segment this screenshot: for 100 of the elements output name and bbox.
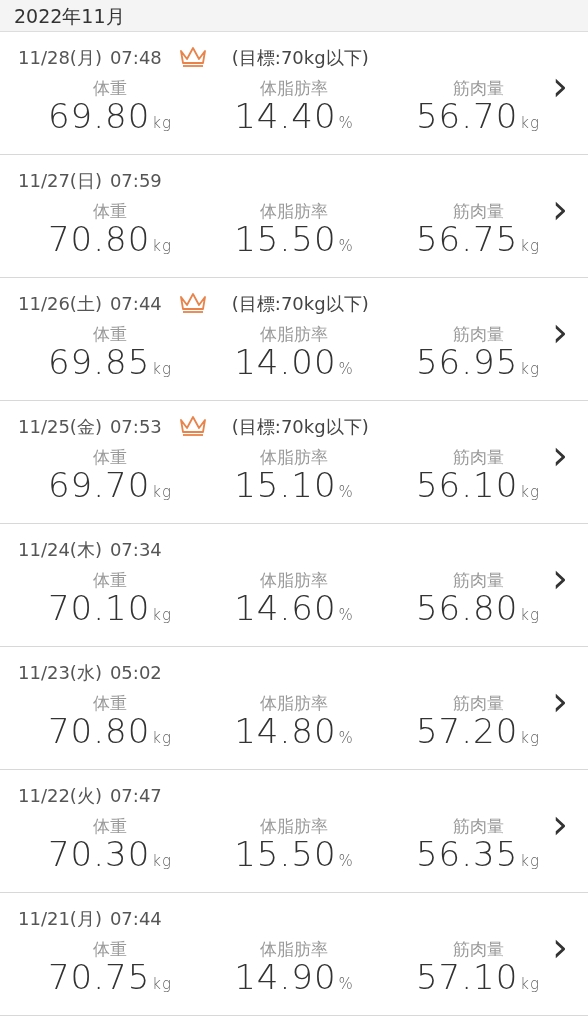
chevron-button[interactable]: › bbox=[548, 558, 572, 598]
metric-label: 体脂肪率 bbox=[260, 816, 328, 836]
metric-value: 69.70 bbox=[47, 465, 151, 506]
metric-value: 70.80 bbox=[47, 219, 151, 260]
metric-label: 体脂肪率 bbox=[260, 939, 328, 959]
metric-label: 体重 bbox=[93, 78, 127, 98]
chevron-button[interactable]: › bbox=[548, 435, 572, 475]
metric-label: 筋肉量 bbox=[452, 939, 504, 959]
metric-value: 56.80 bbox=[415, 588, 519, 629]
metric-label: 体重 bbox=[93, 816, 127, 836]
goal-text: (目標:70kg以下) bbox=[231, 291, 369, 316]
metric-label: 筋肉量 bbox=[452, 78, 504, 98]
metric-label: 筋肉量 bbox=[452, 570, 504, 590]
metric-unit: kg bbox=[152, 729, 172, 748]
chevron-button[interactable]: › bbox=[548, 189, 572, 229]
metric-value: 14.40 bbox=[234, 96, 337, 137]
metric-value: 14.60 bbox=[234, 588, 337, 629]
chevron-button[interactable]: › bbox=[548, 804, 572, 844]
metric-value: 14.80 bbox=[234, 711, 337, 752]
metric-value: 70.30 bbox=[47, 834, 151, 875]
metric-value: 57.10 bbox=[415, 957, 519, 998]
metric-unit: kg bbox=[520, 606, 540, 625]
record-date: 11/23(水) bbox=[18, 660, 102, 685]
chevron-button[interactable]: › bbox=[548, 312, 572, 352]
metric-unit: kg bbox=[152, 483, 172, 502]
metric-label: 筋肉量 bbox=[452, 201, 504, 221]
metric-value: 14.00 bbox=[234, 342, 337, 383]
metric-label: 体重 bbox=[93, 570, 127, 590]
chevron-button[interactable]: › bbox=[548, 66, 572, 106]
metric-value: 15.50 bbox=[234, 219, 337, 260]
metric-label: 体重 bbox=[93, 201, 127, 221]
metric-unit: % bbox=[338, 237, 354, 256]
record-date: 11/21(月) bbox=[18, 906, 102, 931]
month-header: 2022年11月 bbox=[0, 0, 588, 32]
metric-label: 体脂肪率 bbox=[260, 201, 328, 221]
metric-value: 56.95 bbox=[415, 342, 519, 383]
metric-label: 筋肉量 bbox=[452, 693, 504, 713]
metric-label: 筋肉量 bbox=[452, 324, 504, 344]
metric-value: 56.70 bbox=[415, 96, 519, 137]
metric-unit: % bbox=[338, 729, 354, 748]
metric-unit: kg bbox=[520, 729, 540, 748]
metric-unit: % bbox=[338, 975, 354, 994]
metric-value: 56.10 bbox=[415, 465, 519, 506]
metric-label: 体重 bbox=[93, 939, 127, 959]
metric-unit: % bbox=[338, 852, 354, 871]
record-time: 07:53 bbox=[109, 414, 162, 439]
record-date: 11/22(火) bbox=[18, 783, 102, 808]
metric-label: 体重 bbox=[93, 693, 127, 713]
metric-unit: % bbox=[338, 114, 354, 133]
record-date: 11/27(日) bbox=[18, 168, 102, 193]
metric-value: 15.50 bbox=[234, 834, 337, 875]
record-time: 07:48 bbox=[109, 45, 162, 70]
metric-value: 70.10 bbox=[47, 588, 151, 629]
metric-unit: kg bbox=[520, 237, 540, 256]
metric-label: 体脂肪率 bbox=[260, 570, 328, 590]
metric-label: 筋肉量 bbox=[452, 447, 504, 467]
metric-value: 70.75 bbox=[47, 957, 151, 998]
metric-label: 筋肉量 bbox=[452, 816, 504, 836]
record-time: 07:59 bbox=[109, 168, 162, 193]
metric-label: 体脂肪率 bbox=[260, 693, 328, 713]
metric-unit: kg bbox=[520, 114, 540, 133]
chevron-button[interactable]: › bbox=[548, 927, 572, 967]
metric-value: 57.20 bbox=[415, 711, 519, 752]
record-time: 07:44 bbox=[109, 906, 162, 931]
metric-value: 15.10 bbox=[234, 465, 337, 506]
metric-value: 69.80 bbox=[47, 96, 151, 137]
record-time: 07:44 bbox=[109, 291, 162, 316]
metric-label: 体脂肪率 bbox=[260, 324, 328, 344]
metric-value: 70.80 bbox=[47, 711, 151, 752]
metric-label: 体脂肪率 bbox=[260, 447, 328, 467]
record-time: 05:02 bbox=[109, 660, 162, 685]
metric-unit: kg bbox=[520, 975, 540, 994]
metric-value: 56.75 bbox=[415, 219, 519, 260]
metric-unit: % bbox=[338, 360, 354, 379]
metric-unit: kg bbox=[152, 975, 172, 994]
metric-unit: kg bbox=[520, 483, 540, 502]
goal-text: (目標:70kg以下) bbox=[231, 45, 369, 70]
metric-unit: kg bbox=[152, 606, 172, 625]
metric-label: 体重 bbox=[93, 324, 127, 344]
metric-value: 14.90 bbox=[234, 957, 337, 998]
record-time: 07:47 bbox=[109, 783, 162, 808]
metric-unit: kg bbox=[152, 237, 172, 256]
metric-value: 56.35 bbox=[415, 834, 519, 875]
metric-unit: % bbox=[338, 606, 354, 625]
metric-unit: kg bbox=[152, 114, 172, 133]
metric-label: 体重 bbox=[93, 447, 127, 467]
metric-unit: kg bbox=[520, 360, 540, 379]
record-date: 11/26(土) bbox=[18, 291, 102, 316]
metric-unit: % bbox=[338, 483, 354, 502]
record-date: 11/24(木) bbox=[18, 537, 102, 562]
record-date: 11/25(金) bbox=[18, 414, 102, 439]
record-time: 07:34 bbox=[109, 537, 162, 562]
record-date: 11/28(月) bbox=[18, 45, 102, 70]
goal-text: (目標:70kg以下) bbox=[231, 414, 369, 439]
metric-value: 69.85 bbox=[47, 342, 151, 383]
metric-label: 体脂肪率 bbox=[260, 78, 328, 98]
chevron-button[interactable]: › bbox=[548, 681, 572, 721]
metric-unit: kg bbox=[520, 852, 540, 871]
metric-unit: kg bbox=[152, 360, 172, 379]
metric-unit: kg bbox=[152, 852, 172, 871]
